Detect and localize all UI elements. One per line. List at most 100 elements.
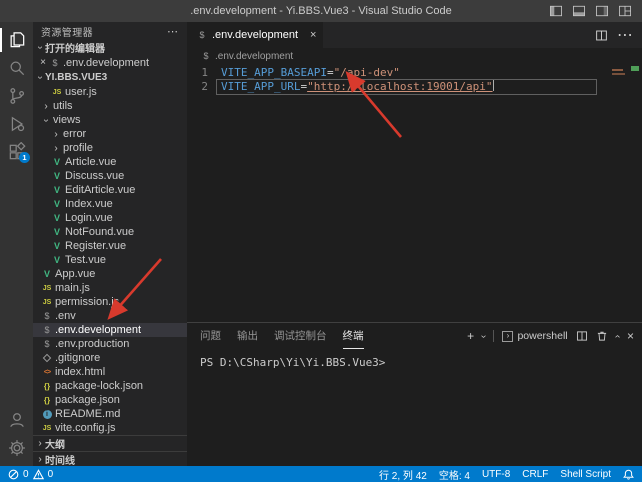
terminal-profile[interactable]: › powershell [502, 330, 567, 342]
eol-sequence[interactable]: CRLF [522, 469, 548, 480]
project-root-header[interactable]: › YI.BBS.VUE3 [33, 70, 187, 85]
tree-item[interactable]: JSmain.js [33, 281, 187, 295]
more-actions-icon[interactable]: ⋯ [167, 25, 179, 38]
shell-icon: $ [200, 51, 212, 61]
tree-item[interactable]: VLogin.vue [33, 211, 187, 225]
main-area: 1 资源管理器 ⋯ › 打开的编辑器 × [0, 22, 642, 466]
file-name: main.js [55, 282, 90, 294]
source-control-icon[interactable] [0, 82, 33, 110]
search-icon[interactable] [0, 54, 33, 82]
split-terminal-icon[interactable] [576, 330, 588, 342]
close-icon[interactable]: × [37, 57, 49, 68]
tree-item[interactable]: $.env.development [33, 323, 187, 337]
editor-group: $ .env.development × ⋯ $ .env.developmen… [187, 22, 642, 466]
shell-icon: $ [41, 339, 53, 349]
tree-item[interactable]: .gitignore [33, 351, 187, 365]
outline-section-header[interactable]: › 大纲 [33, 435, 187, 451]
tab-env-development[interactable]: $ .env.development × [187, 22, 323, 48]
tree-item[interactable]: VTest.vue [33, 253, 187, 267]
panel-tab-debug-console[interactable]: 调试控制台 [274, 323, 327, 349]
tree-item[interactable]: $.env.production [33, 337, 187, 351]
js-icon: JS [51, 89, 63, 96]
tree-item[interactable]: VRegister.vue [33, 239, 187, 253]
line-number: 1 [187, 66, 217, 80]
kill-terminal-icon[interactable] [596, 330, 608, 342]
breadcrumb[interactable]: $ .env.development [187, 48, 642, 64]
chevron-down-icon[interactable]: › [478, 334, 489, 337]
close-icon[interactable]: × [310, 29, 316, 41]
open-editor-item[interactable]: × $ .env.development [33, 55, 187, 70]
code-editor[interactable]: 1VITE_APP_BASEAPI="/api-dev"2VITE_APP_UR… [187, 64, 642, 322]
tree-item[interactable]: VDiscuss.vue [33, 169, 187, 183]
tree-item[interactable]: VIndex.vue [33, 197, 187, 211]
tree-item[interactable]: VApp.vue [33, 267, 187, 281]
panel-tab-problems[interactable]: 问题 [200, 323, 221, 349]
tree-item[interactable]: VEditArticle.vue [33, 183, 187, 197]
open-editor-name: .env.development [63, 57, 149, 69]
tree-item[interactable]: {}package.json [33, 393, 187, 407]
tree-item[interactable]: ›views [33, 113, 187, 127]
close-panel-icon[interactable]: × [627, 329, 634, 343]
panel-tab-terminal[interactable]: 终端 [343, 323, 364, 349]
account-icon[interactable] [0, 406, 33, 434]
tree-item[interactable]: $.env [33, 309, 187, 323]
terminal-output[interactable]: PS D:\CSharp\Yi\Yi.BBS.Vue3> [187, 349, 642, 369]
toggle-sidebar-icon[interactable] [549, 5, 563, 17]
cursor-position[interactable]: 行 2, 列 42 [379, 467, 427, 482]
error-count: 0 [23, 469, 29, 480]
shell-icon: $ [49, 58, 61, 68]
tree-item[interactable]: iREADME.md [33, 407, 187, 421]
chevron-right-icon: › [35, 454, 45, 465]
file-name: views [53, 114, 81, 126]
tree-item[interactable]: JSpermission.js [33, 295, 187, 309]
code-line[interactable]: 2VITE_APP_URL="http://localhost:19001/ap… [187, 80, 642, 94]
code-line[interactable]: 1VITE_APP_BASEAPI="/api-dev" [187, 66, 642, 80]
js-icon: JS [41, 299, 53, 306]
customize-layout-icon[interactable] [618, 5, 632, 17]
minimap[interactable] [610, 67, 628, 97]
tree-item[interactable]: VArticle.vue [33, 155, 187, 169]
tree-item[interactable]: JSvite.config.js [33, 421, 187, 435]
file-name: README.md [55, 408, 120, 420]
explorer-icon[interactable] [0, 26, 33, 54]
status-right: 行 2, 列 42 空格: 4 UTF-8 CRLF Shell Script [379, 467, 634, 482]
minimap-line-mark [612, 73, 625, 75]
indentation[interactable]: 空格: 4 [439, 467, 470, 482]
tree-item[interactable]: <>index.html [33, 365, 187, 379]
tree-item[interactable]: ›utils [33, 99, 187, 113]
breadcrumb-file: .env.development [215, 51, 293, 62]
panel-tab-output[interactable]: 输出 [237, 323, 258, 349]
encoding[interactable]: UTF-8 [482, 469, 510, 480]
notifications-bell-icon[interactable] [623, 469, 634, 480]
tree-item[interactable]: JSuser.js [33, 85, 187, 99]
chevron-up-icon[interactable]: › [612, 334, 623, 337]
run-debug-icon[interactable] [0, 110, 33, 138]
extensions-icon[interactable]: 1 [0, 138, 33, 166]
toggle-secondary-sidebar-icon[interactable] [595, 5, 609, 17]
vue-icon: V [51, 157, 63, 167]
problems-status[interactable]: 0 0 [8, 469, 53, 480]
timeline-label: 时间线 [45, 452, 75, 466]
more-actions-icon[interactable]: ⋯ [617, 25, 633, 45]
extensions-badge: 1 [19, 152, 30, 163]
open-editors-header[interactable]: › 打开的编辑器 [33, 40, 187, 55]
tree-item[interactable]: {}package-lock.json [33, 379, 187, 393]
html-icon: <> [41, 369, 53, 376]
language-mode[interactable]: Shell Script [560, 469, 611, 480]
tree-item[interactable]: VNotFound.vue [33, 225, 187, 239]
settings-gear-icon[interactable] [0, 434, 33, 462]
file-name: Discuss.vue [65, 170, 124, 182]
tree-item[interactable]: ›profile [33, 141, 187, 155]
warning-count: 0 [48, 469, 54, 480]
new-terminal-icon[interactable]: + [467, 329, 474, 343]
toggle-panel-icon[interactable] [572, 5, 586, 17]
timeline-section-header[interactable]: › 时间线 [33, 451, 187, 466]
vue-icon: V [51, 199, 63, 209]
file-name: Index.vue [65, 198, 113, 210]
file-name: utils [53, 100, 73, 112]
tree-item[interactable]: ›error [33, 127, 187, 141]
split-editor-icon[interactable] [595, 29, 608, 42]
file-tree: JSuser.js›utils›views›error›profileVArti… [33, 85, 187, 435]
vscode-window: .env.development - Yi.BBS.Vue3 - Visual … [0, 0, 642, 482]
file-name: .gitignore [55, 352, 100, 364]
